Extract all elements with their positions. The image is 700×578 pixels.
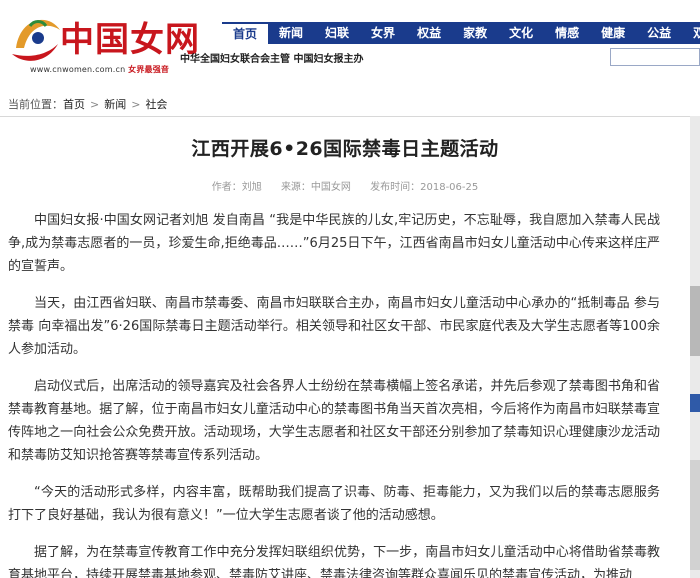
nav-item-innovation[interactable]: 双创 bbox=[682, 22, 700, 44]
nav-item-rights[interactable]: 权益 bbox=[406, 22, 452, 44]
side-image[interactable] bbox=[690, 286, 700, 356]
article-date: 发布时间：2018-06-25 bbox=[370, 182, 479, 193]
nav-item-emotion[interactable]: 情感 bbox=[544, 22, 590, 44]
nav-item-culture[interactable]: 文化 bbox=[498, 22, 544, 44]
article-body: 中国妇女报·中国女网记者刘旭 发自南昌 “我是中华民族的儿女,牢记历史，不忘耻辱… bbox=[8, 209, 660, 578]
sponsor-line: 中华全国妇女联合会主管 中国妇女报主办 bbox=[180, 54, 364, 65]
article-paragraph: “今天的活动形式多样，内容丰富，既帮助我们提高了识毒、防毒、拒毒能力，又为我们以… bbox=[8, 485, 660, 523]
logo-url-tag: 女界最强音 bbox=[128, 65, 170, 74]
article-title: 江西开展6•26国际禁毒日主题活动 bbox=[191, 138, 499, 160]
side-banner[interactable] bbox=[690, 394, 700, 412]
article-author: 作者：刘旭 bbox=[211, 182, 262, 193]
article-meta: 作者：刘旭 来源：中国女网 发布时间：2018-06-25 bbox=[0, 178, 690, 193]
article-paragraph: 当天，由江西省妇联、南昌市禁毒委、南昌市妇联联合主办，南昌市妇女儿童活动中心承办… bbox=[8, 296, 660, 357]
breadcrumb-separator: > bbox=[131, 98, 141, 111]
logo-url: www.cnwomen.com.cn 女界最强音 bbox=[30, 64, 169, 75]
logo-text: 中国女网 bbox=[60, 20, 200, 60]
main-nav: 首页 新闻 妇联 女界 权益 家教 文化 情感 健康 公益 双创 bbox=[222, 22, 700, 44]
breadcrumb-prefix: 当前位置： bbox=[8, 98, 63, 111]
site-logo[interactable]: 中国女网 www.cnwomen.com.cn 女界最强音 bbox=[8, 8, 199, 78]
nav-item-news[interactable]: 新闻 bbox=[268, 22, 314, 44]
breadcrumb-society[interactable]: 社会 bbox=[145, 94, 167, 116]
article: 江西开展6•26国际禁毒日主题活动 作者：刘旭 来源：中国女网 发布时间：201… bbox=[0, 116, 690, 578]
nav-item-family-education[interactable]: 家教 bbox=[452, 22, 498, 44]
article-paragraph: 中国妇女报·中国女网记者刘旭 发自南昌 “我是中华民族的儿女,牢记历史，不忘耻辱… bbox=[8, 213, 660, 274]
side-image[interactable] bbox=[690, 460, 700, 570]
nav-item-federation[interactable]: 妇联 bbox=[314, 22, 360, 44]
nav-item-health[interactable]: 健康 bbox=[590, 22, 636, 44]
article-paragraph: 启动仪式后，出席活动的领导嘉宾及社会各界人士纷纷在禁毒横幅上签名承诺，并先后参观… bbox=[8, 379, 660, 463]
logo-figure-icon bbox=[12, 19, 60, 61]
article-paragraph: 据了解，为在禁毒宣传教育工作中充分发挥妇联组织优势，下一步，南昌市妇女儿童活动中… bbox=[8, 545, 660, 578]
nav-item-charity[interactable]: 公益 bbox=[636, 22, 682, 44]
breadcrumb-news[interactable]: 新闻 bbox=[104, 94, 126, 116]
logo-url-text: www.cnwomen.com.cn bbox=[30, 65, 126, 74]
article-source: 来源：中国女网 bbox=[280, 182, 351, 193]
site-header: 中国女网 www.cnwomen.com.cn 女界最强音 首页 新闻 妇联 女… bbox=[0, 0, 700, 90]
breadcrumb: 当前位置：首页 > 新闻 > 社会 bbox=[0, 94, 700, 117]
breadcrumb-home[interactable]: 首页 bbox=[63, 94, 85, 116]
breadcrumb-separator: > bbox=[90, 98, 100, 111]
nav-item-home[interactable]: 首页 bbox=[222, 22, 269, 44]
nav-item-women[interactable]: 女界 bbox=[360, 22, 406, 44]
search-input[interactable] bbox=[610, 48, 700, 66]
